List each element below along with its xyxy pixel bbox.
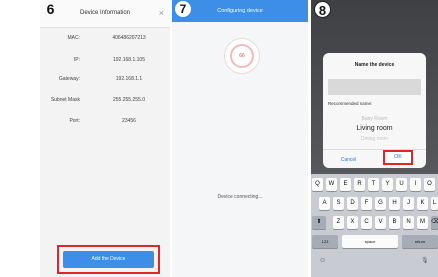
progress-value: 66 bbox=[230, 44, 254, 68]
status-text: Device connecting... bbox=[217, 194, 263, 200]
key-u[interactable]: U bbox=[396, 178, 407, 191]
key-f[interactable]: F bbox=[361, 197, 372, 210]
on-screen-keyboard: Q W E R T Y U I O A S D F G H J K L ⬆ Z … bbox=[311, 174, 438, 277]
return-key[interactable]: return bbox=[402, 235, 438, 248]
microphone-icon[interactable]: 🎙 bbox=[421, 257, 429, 264]
key-q[interactable]: Q bbox=[312, 178, 323, 191]
info-value: 192.168.1.105 bbox=[113, 57, 145, 63]
info-value: 192.168.1.1 bbox=[115, 76, 143, 82]
key-d[interactable]: D bbox=[347, 197, 358, 210]
info-value: 406486207213 bbox=[112, 35, 146, 41]
key-z[interactable]: Z bbox=[333, 216, 344, 229]
page-title: Device Information bbox=[79, 10, 131, 16]
step-number-badge: 6 bbox=[46, 1, 55, 17]
device-information-screen: Device Information × 6 MAC: 406486207213… bbox=[40, 0, 170, 277]
header-bar: Configuring device bbox=[172, 0, 308, 22]
name-device-screen: 8 Name the device Recommended name: Baby… bbox=[311, 0, 438, 277]
key-m[interactable]: M bbox=[417, 216, 428, 229]
key-i[interactable]: I bbox=[410, 178, 421, 191]
configuring-device-screen: Configuring device 7 66 Device connectin… bbox=[172, 0, 308, 277]
key-c[interactable]: C bbox=[361, 216, 372, 229]
step-number-badge: 7 bbox=[175, 1, 191, 17]
info-value: 23456 bbox=[122, 118, 136, 124]
key-o[interactable]: O bbox=[424, 178, 435, 191]
shift-key[interactable]: ⬆ bbox=[312, 216, 326, 229]
info-label: IP: bbox=[73, 57, 80, 63]
ok-button[interactable]: OK bbox=[385, 152, 411, 163]
key-k[interactable]: K bbox=[417, 197, 428, 210]
key-x[interactable]: X bbox=[347, 216, 358, 229]
info-label: Subnet Mask bbox=[50, 97, 80, 103]
info-row-gateway: Gateway: 192.168.1.1 bbox=[40, 75, 170, 83]
info-label: Gateway: bbox=[58, 76, 80, 82]
info-row-ip: IP: 192.168.1.105 bbox=[40, 56, 170, 64]
picker-option-selected[interactable]: Living room bbox=[323, 125, 426, 132]
info-row-port: Port: 23456 bbox=[40, 117, 170, 125]
step-number-badge: 8 bbox=[314, 1, 331, 18]
key-e[interactable]: E bbox=[340, 178, 351, 191]
name-device-dialog: Name the device Recommended name: Baby R… bbox=[323, 53, 426, 168]
key-b[interactable]: B bbox=[389, 216, 400, 229]
key-t[interactable]: T bbox=[368, 178, 379, 191]
add-device-button[interactable]: Add the Device bbox=[63, 251, 154, 268]
key-h[interactable]: H bbox=[389, 197, 400, 210]
close-icon[interactable]: × bbox=[159, 8, 164, 18]
emoji-icon[interactable]: ☺ bbox=[319, 257, 326, 264]
cancel-button[interactable]: Cancel bbox=[323, 153, 374, 168]
picker-option[interactable]: Baby Room bbox=[323, 116, 426, 122]
info-label: MAC: bbox=[67, 35, 81, 41]
page-title: Configuring device bbox=[217, 8, 263, 14]
key-j[interactable]: J bbox=[403, 197, 414, 210]
highlight-box: OK bbox=[383, 150, 413, 165]
key-y[interactable]: Y bbox=[382, 178, 393, 191]
info-row-subnet-mask: Subnet Mask 255.255.255.0 bbox=[40, 96, 170, 104]
header-bar: Device Information × bbox=[40, 0, 170, 28]
key-r[interactable]: R bbox=[354, 178, 365, 191]
key-g[interactable]: G bbox=[375, 197, 386, 210]
dialog-title: Name the device bbox=[354, 62, 395, 68]
device-name-input[interactable] bbox=[328, 79, 421, 95]
key-a[interactable]: A bbox=[319, 197, 330, 210]
picker-option[interactable]: Dining room bbox=[323, 136, 426, 142]
delete-key[interactable]: ⌫ bbox=[431, 216, 438, 229]
key-n[interactable]: N bbox=[403, 216, 414, 229]
key-w[interactable]: W bbox=[326, 178, 337, 191]
key-v[interactable]: V bbox=[375, 216, 386, 229]
recommended-label: Recommended name: bbox=[328, 101, 373, 106]
numbers-key[interactable]: 123 bbox=[312, 235, 338, 248]
info-value: 255.255.255.0 bbox=[113, 97, 145, 103]
key-s[interactable]: S bbox=[333, 197, 344, 210]
info-label: Port: bbox=[69, 118, 80, 124]
space-key[interactable]: space bbox=[342, 235, 398, 248]
progress-ring: 66 bbox=[224, 38, 260, 74]
key-l[interactable]: L bbox=[431, 197, 438, 210]
info-row-mac: MAC: 406486207213 bbox=[40, 34, 170, 42]
highlight-box: Add the Device bbox=[57, 245, 160, 274]
